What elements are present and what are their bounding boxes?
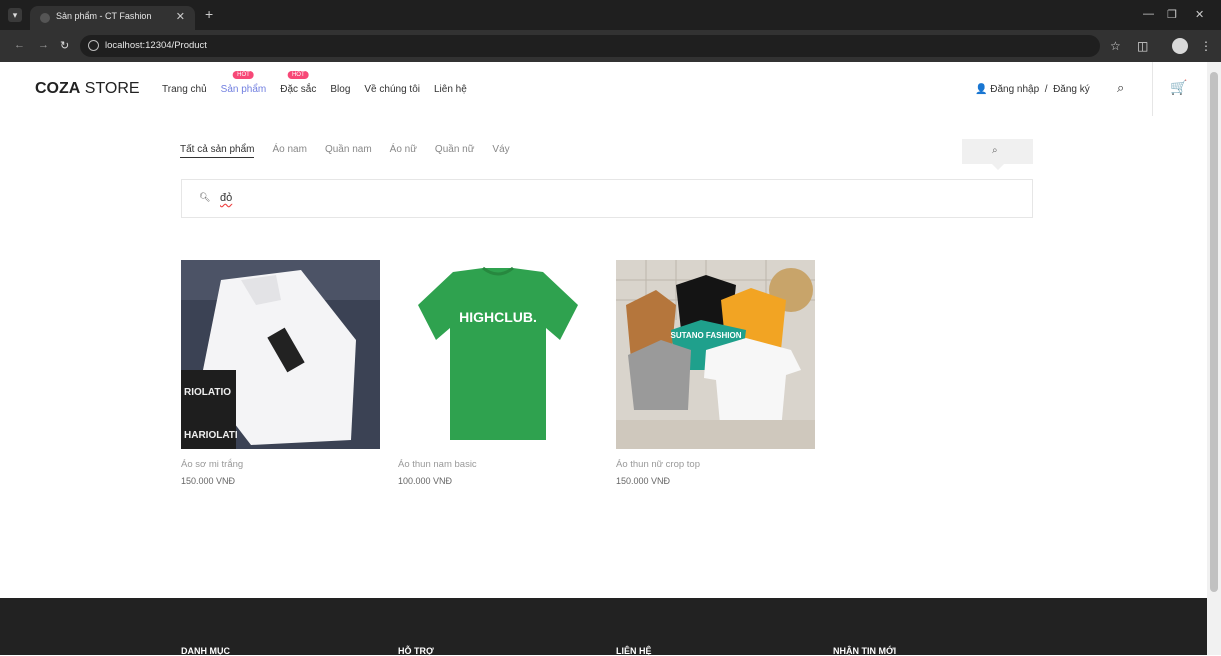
register-link[interactable]: Đăng ký <box>1053 84 1090 95</box>
hot-badge: HOT <box>233 71 254 79</box>
browser-menu-icon[interactable]: ⋮ <box>1200 39 1212 53</box>
back-icon[interactable]: ← <box>14 39 25 51</box>
auth-links: 👤 Đăng nhập / Đăng ký <box>975 84 1090 95</box>
forward-icon[interactable]: → <box>38 39 49 51</box>
header-divider <box>1152 62 1153 116</box>
site-header: COZA STORE Trang chủ HOT Sản phẩm HOT Đặc … <box>0 62 1207 116</box>
search-icon: 🔍︎ <box>199 192 211 202</box>
product-name[interactable]: Áo sơ mi trắng <box>181 459 380 470</box>
product-card[interactable]: SUTANO FASHION Áo thun nữ crop top 150.0… <box>616 260 815 486</box>
image-text: HIGHCLUB. <box>459 309 537 325</box>
menu-label: Blog <box>330 84 351 95</box>
image-text: SUTANO FASHION <box>671 331 742 340</box>
profile-avatar-icon[interactable] <box>1172 38 1188 54</box>
menu-label: Sản phẩm <box>220 84 267 95</box>
filter-all[interactable]: Tất cả sản phẩm <box>180 144 255 158</box>
logo-bold: COZA <box>35 80 81 97</box>
menu-item-products[interactable]: HOT Sản phẩm <box>220 71 267 95</box>
product-image[interactable]: RIOLATIO HARIOLATI <box>181 260 380 449</box>
menu-item-home[interactable]: Trang chủ <box>162 84 207 95</box>
auth-separator: / <box>1044 84 1048 95</box>
filter-dresses[interactable]: Váy <box>492 144 509 158</box>
user-icon: 👤 <box>975 84 988 95</box>
product-name[interactable]: Áo thun nữ crop top <box>616 459 815 470</box>
logo[interactable]: COZA STORE <box>35 80 140 98</box>
product-price: 150.000 VNĐ <box>616 476 671 486</box>
login-link[interactable]: Đăng nhập <box>990 84 1039 95</box>
main-menu: Trang chủ HOT Sản phẩm HOT Đặc sắc Blog Về… <box>162 71 481 95</box>
product-search-input[interactable]: 🔍︎ đỏ <box>181 179 1033 218</box>
svg-text:RIOLATIO: RIOLATIO <box>184 387 231 398</box>
url-field[interactable]: localhost:12304/Product <box>80 35 1100 57</box>
tab-search-icon[interactable]: ▾ <box>8 8 22 22</box>
product-price: 100.000 VNĐ <box>398 476 453 486</box>
product-image[interactable]: SUTANO FASHION <box>616 260 815 449</box>
url-text: localhost:12304/Product <box>105 40 207 51</box>
new-tab-icon[interactable]: + <box>205 6 213 22</box>
browser-tab[interactable]: Sản phẩm - CT Fashion ✕ <box>30 6 195 30</box>
tab-title: Sản phẩm - CT Fashion <box>56 11 152 21</box>
image-text: HARIOLATI <box>184 430 238 441</box>
category-filters: Tất cả sản phẩm Áo nam Quần nam Áo nữ Qu… <box>180 144 528 158</box>
menu-label: Trang chủ <box>162 84 207 95</box>
logo-rest: STORE <box>80 80 140 97</box>
filter-men-pants[interactable]: Quần nam <box>325 144 372 158</box>
address-bar-row: ← → ↻ localhost:12304/Product ☆ ◫ ⋮ <box>0 30 1221 62</box>
product-name[interactable]: Áo thun nam basic <box>398 459 597 470</box>
menu-label: Liên hệ <box>434 84 467 95</box>
filter-men-shirts[interactable]: Áo nam <box>272 144 306 158</box>
filter-women-pants[interactable]: Quần nữ <box>435 144 475 158</box>
product-card[interactable]: RIOLATIO HARIOLATI Áo sơ mi trắng 150.00… <box>181 260 380 486</box>
search-value: đỏ <box>220 192 233 204</box>
restore-icon[interactable]: ❐ <box>1167 8 1177 21</box>
search-icon[interactable]: ⌕ <box>1117 80 1124 96</box>
favicon-icon <box>40 13 50 23</box>
tab-close-icon[interactable]: ✕ <box>176 10 185 23</box>
filter-women-shirts[interactable]: Áo nữ <box>390 144 417 158</box>
browser-tabbar: ▾ Sản phẩm - CT Fashion ✕ + — ❐ ✕ <box>0 0 1221 30</box>
menu-item-blog[interactable]: Blog <box>330 84 350 95</box>
product-price: 150.000 VNĐ <box>181 476 236 486</box>
reload-icon[interactable]: ↻ <box>60 39 69 52</box>
menu-item-featured[interactable]: HOT Đặc sắc <box>280 71 317 95</box>
product-card[interactable]: HIGHCLUB. Áo thun nam basic 100.000 VNĐ <box>398 260 597 486</box>
menu-item-about[interactable]: Về chúng tôi <box>364 84 420 95</box>
site-info-icon[interactable] <box>88 40 99 51</box>
menu-label: Đặc sắc <box>280 84 317 95</box>
scrollbar-thumb[interactable] <box>1210 72 1218 592</box>
menu-label: Về chúng tôi <box>364 84 420 95</box>
cart-icon[interactable]: 🛒 <box>1170 79 1187 96</box>
menu-item-contact[interactable]: Liên hệ <box>434 84 467 95</box>
product-image[interactable]: HIGHCLUB. <box>398 260 597 449</box>
hot-badge: HOT <box>287 71 309 79</box>
bookmark-star-icon[interactable]: ☆ <box>1110 39 1121 53</box>
site-footer: DANH MỤC HỖ TRỢ LIÊN HỆ NHẬN TIN MỚI <box>0 598 1207 656</box>
close-window-icon[interactable]: ✕ <box>1195 8 1204 21</box>
extensions-icon[interactable]: ◫ <box>1137 39 1148 53</box>
minimize-icon[interactable]: — <box>1143 8 1154 20</box>
search-toggle-icon: ⌕ <box>992 145 998 156</box>
search-toggle-button[interactable]: ⌕ <box>962 139 1033 170</box>
